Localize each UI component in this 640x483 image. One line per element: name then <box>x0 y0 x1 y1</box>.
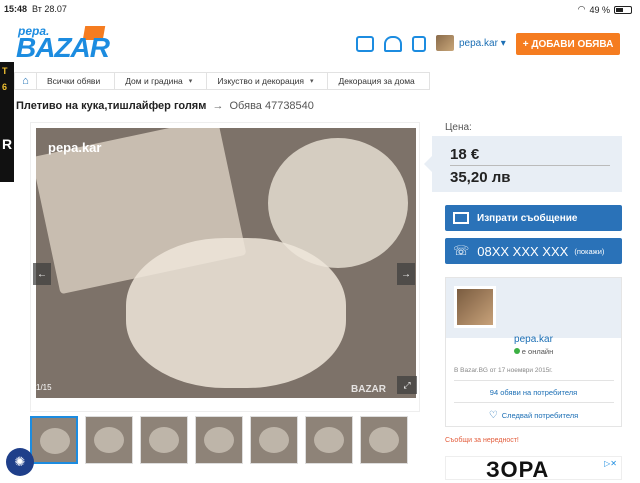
user-menu[interactable]: pepa.kar ▾ <box>459 38 506 49</box>
breadcrumb-label: Изкуство и декорация <box>217 76 304 86</box>
seller-member-since: В Bazar.BG от 17 ноември 2015г. <box>454 367 553 374</box>
side-ad-text: R <box>2 136 13 152</box>
listing-title-line: Плетиво на кука,тишлайфер голям → Обява … <box>16 100 314 112</box>
main-photo[interactable]: pepa.kar BAZAR <box>36 128 416 398</box>
side-ad-text: T <box>2 66 8 76</box>
status-bar: 15:48 Вт 28.07 ◠ 49 % <box>0 0 640 18</box>
breadcrumb-label: Декорация за дома <box>338 76 415 86</box>
photo-gallery: pepa.kar BAZAR ← → <box>30 122 420 412</box>
price-divider <box>450 165 610 166</box>
breadcrumb-item[interactable]: Всички обяви <box>36 72 115 90</box>
follow-label: Следвай потребителя <box>501 411 579 420</box>
site-logo[interactable]: pepa. BAZAR <box>16 24 126 64</box>
photo-brand-mark: BAZAR <box>351 384 386 395</box>
divider <box>454 402 614 403</box>
price-label: Цена: <box>445 122 472 133</box>
chevron-down-icon[interactable]: ▾ <box>189 77 193 85</box>
arrow-right-icon: → <box>212 100 224 112</box>
photo-counter: 1/15 <box>36 383 52 392</box>
status-right: ◠ 49 % <box>578 4 632 15</box>
thumbnail[interactable] <box>195 416 243 464</box>
breadcrumb: ⌂ Всички обяви Дом и градина ▾ Изкуство и… <box>14 72 430 90</box>
photo-item <box>126 238 346 388</box>
breadcrumb-label: Всички обяви <box>47 76 101 86</box>
divider <box>454 380 614 381</box>
breadcrumb-item[interactable]: Дом и градина ▾ <box>114 72 207 90</box>
wifi-icon: ◠ <box>577 4 586 14</box>
home-icon[interactable]: ⌂ <box>14 72 36 90</box>
add-listing-button[interactable]: + ДОБАВИ ОБЯВА <box>516 33 620 55</box>
thumbnail[interactable] <box>305 416 353 464</box>
seller-online-status: е онлайн <box>446 347 621 356</box>
ad-banner[interactable]: ЗОРА ▷✕ <box>445 456 622 482</box>
my-ads-icon[interactable] <box>412 36 426 52</box>
page-title: Плетиво на кука,тишлайфер голям <box>16 100 207 112</box>
site-header: pepa. BAZAR pepa.kar ▾ + ДОБАВИ ОБЯВА <box>0 18 640 68</box>
heart-icon: ♡ <box>488 410 498 421</box>
seller-ads-link[interactable]: 94 обяви на потребителя <box>446 388 621 397</box>
next-photo-button[interactable]: → <box>397 263 415 285</box>
phone-icon: ☏ <box>453 243 470 258</box>
photo-watermark: pepa.kar <box>48 140 102 155</box>
listing-id: Обява 47738540 <box>229 100 314 112</box>
report-link[interactable]: Съобщи за нередност! <box>445 437 519 444</box>
prev-photo-button[interactable]: ← <box>33 263 51 285</box>
thumbnail[interactable] <box>30 416 78 464</box>
status-date: Вт 28.07 <box>32 4 67 14</box>
price-box: 18 € 35,20 лв <box>424 136 622 192</box>
seller-card: pepa.kar е онлайн В Bazar.BG от 17 ноемв… <box>445 277 622 427</box>
online-dot-icon <box>513 348 520 354</box>
side-ad-text: 6 <box>2 82 8 92</box>
seller-avatar[interactable] <box>454 286 496 328</box>
thumbnail[interactable] <box>360 416 408 464</box>
thumbnail-strip <box>30 416 408 464</box>
price-eur: 18 € <box>450 146 480 163</box>
follow-user-button[interactable]: ♡ Следвай потребителя <box>446 410 621 421</box>
send-message-button[interactable]: Изпрати съобщение <box>445 205 622 231</box>
ad-choices-icon[interactable]: ▷✕ <box>604 459 617 468</box>
cookie-settings-icon[interactable]: ✺ <box>6 448 34 476</box>
chevron-down-icon[interactable]: ▾ <box>310 77 314 85</box>
seller-name[interactable]: pepa.kar <box>446 334 621 345</box>
show-phone-button[interactable]: ☏ 08XX XXX XXX (покажи) <box>445 238 622 264</box>
user-name: pepa.kar <box>459 38 498 49</box>
logo-text: BAZAR <box>16 32 110 63</box>
price-bgn: 35,20 лв <box>450 169 511 186</box>
ad-brand: ЗОРА <box>486 457 550 482</box>
send-message-label: Изпрати съобщение <box>477 212 578 224</box>
phone-number: 08XX XXX XXX <box>477 243 569 259</box>
side-ad-strip[interactable]: T 6 R <box>0 62 14 182</box>
thumbnail[interactable] <box>140 416 188 464</box>
thumbnail[interactable] <box>85 416 133 464</box>
thumbnail[interactable] <box>250 416 298 464</box>
online-label: е онлайн <box>521 347 554 356</box>
fullscreen-icon[interactable]: ⤢ <box>397 376 417 394</box>
battery-icon <box>614 5 632 14</box>
messages-icon[interactable] <box>356 36 374 52</box>
chevron-down-icon: ▾ <box>500 38 506 49</box>
battery-percent: 49 % <box>589 4 610 15</box>
notifications-icon[interactable] <box>384 36 402 52</box>
breadcrumb-label: Дом и градина <box>125 76 183 86</box>
breadcrumb-item[interactable]: Декорация за дома <box>327 72 430 90</box>
user-avatar[interactable] <box>436 35 454 51</box>
show-phone-label: (покажи) <box>574 246 605 256</box>
status-time: 15:48 <box>4 4 28 14</box>
breadcrumb-item[interactable]: Изкуство и декорация ▾ <box>206 72 328 90</box>
envelope-icon <box>453 212 469 224</box>
header-icons <box>356 36 426 52</box>
